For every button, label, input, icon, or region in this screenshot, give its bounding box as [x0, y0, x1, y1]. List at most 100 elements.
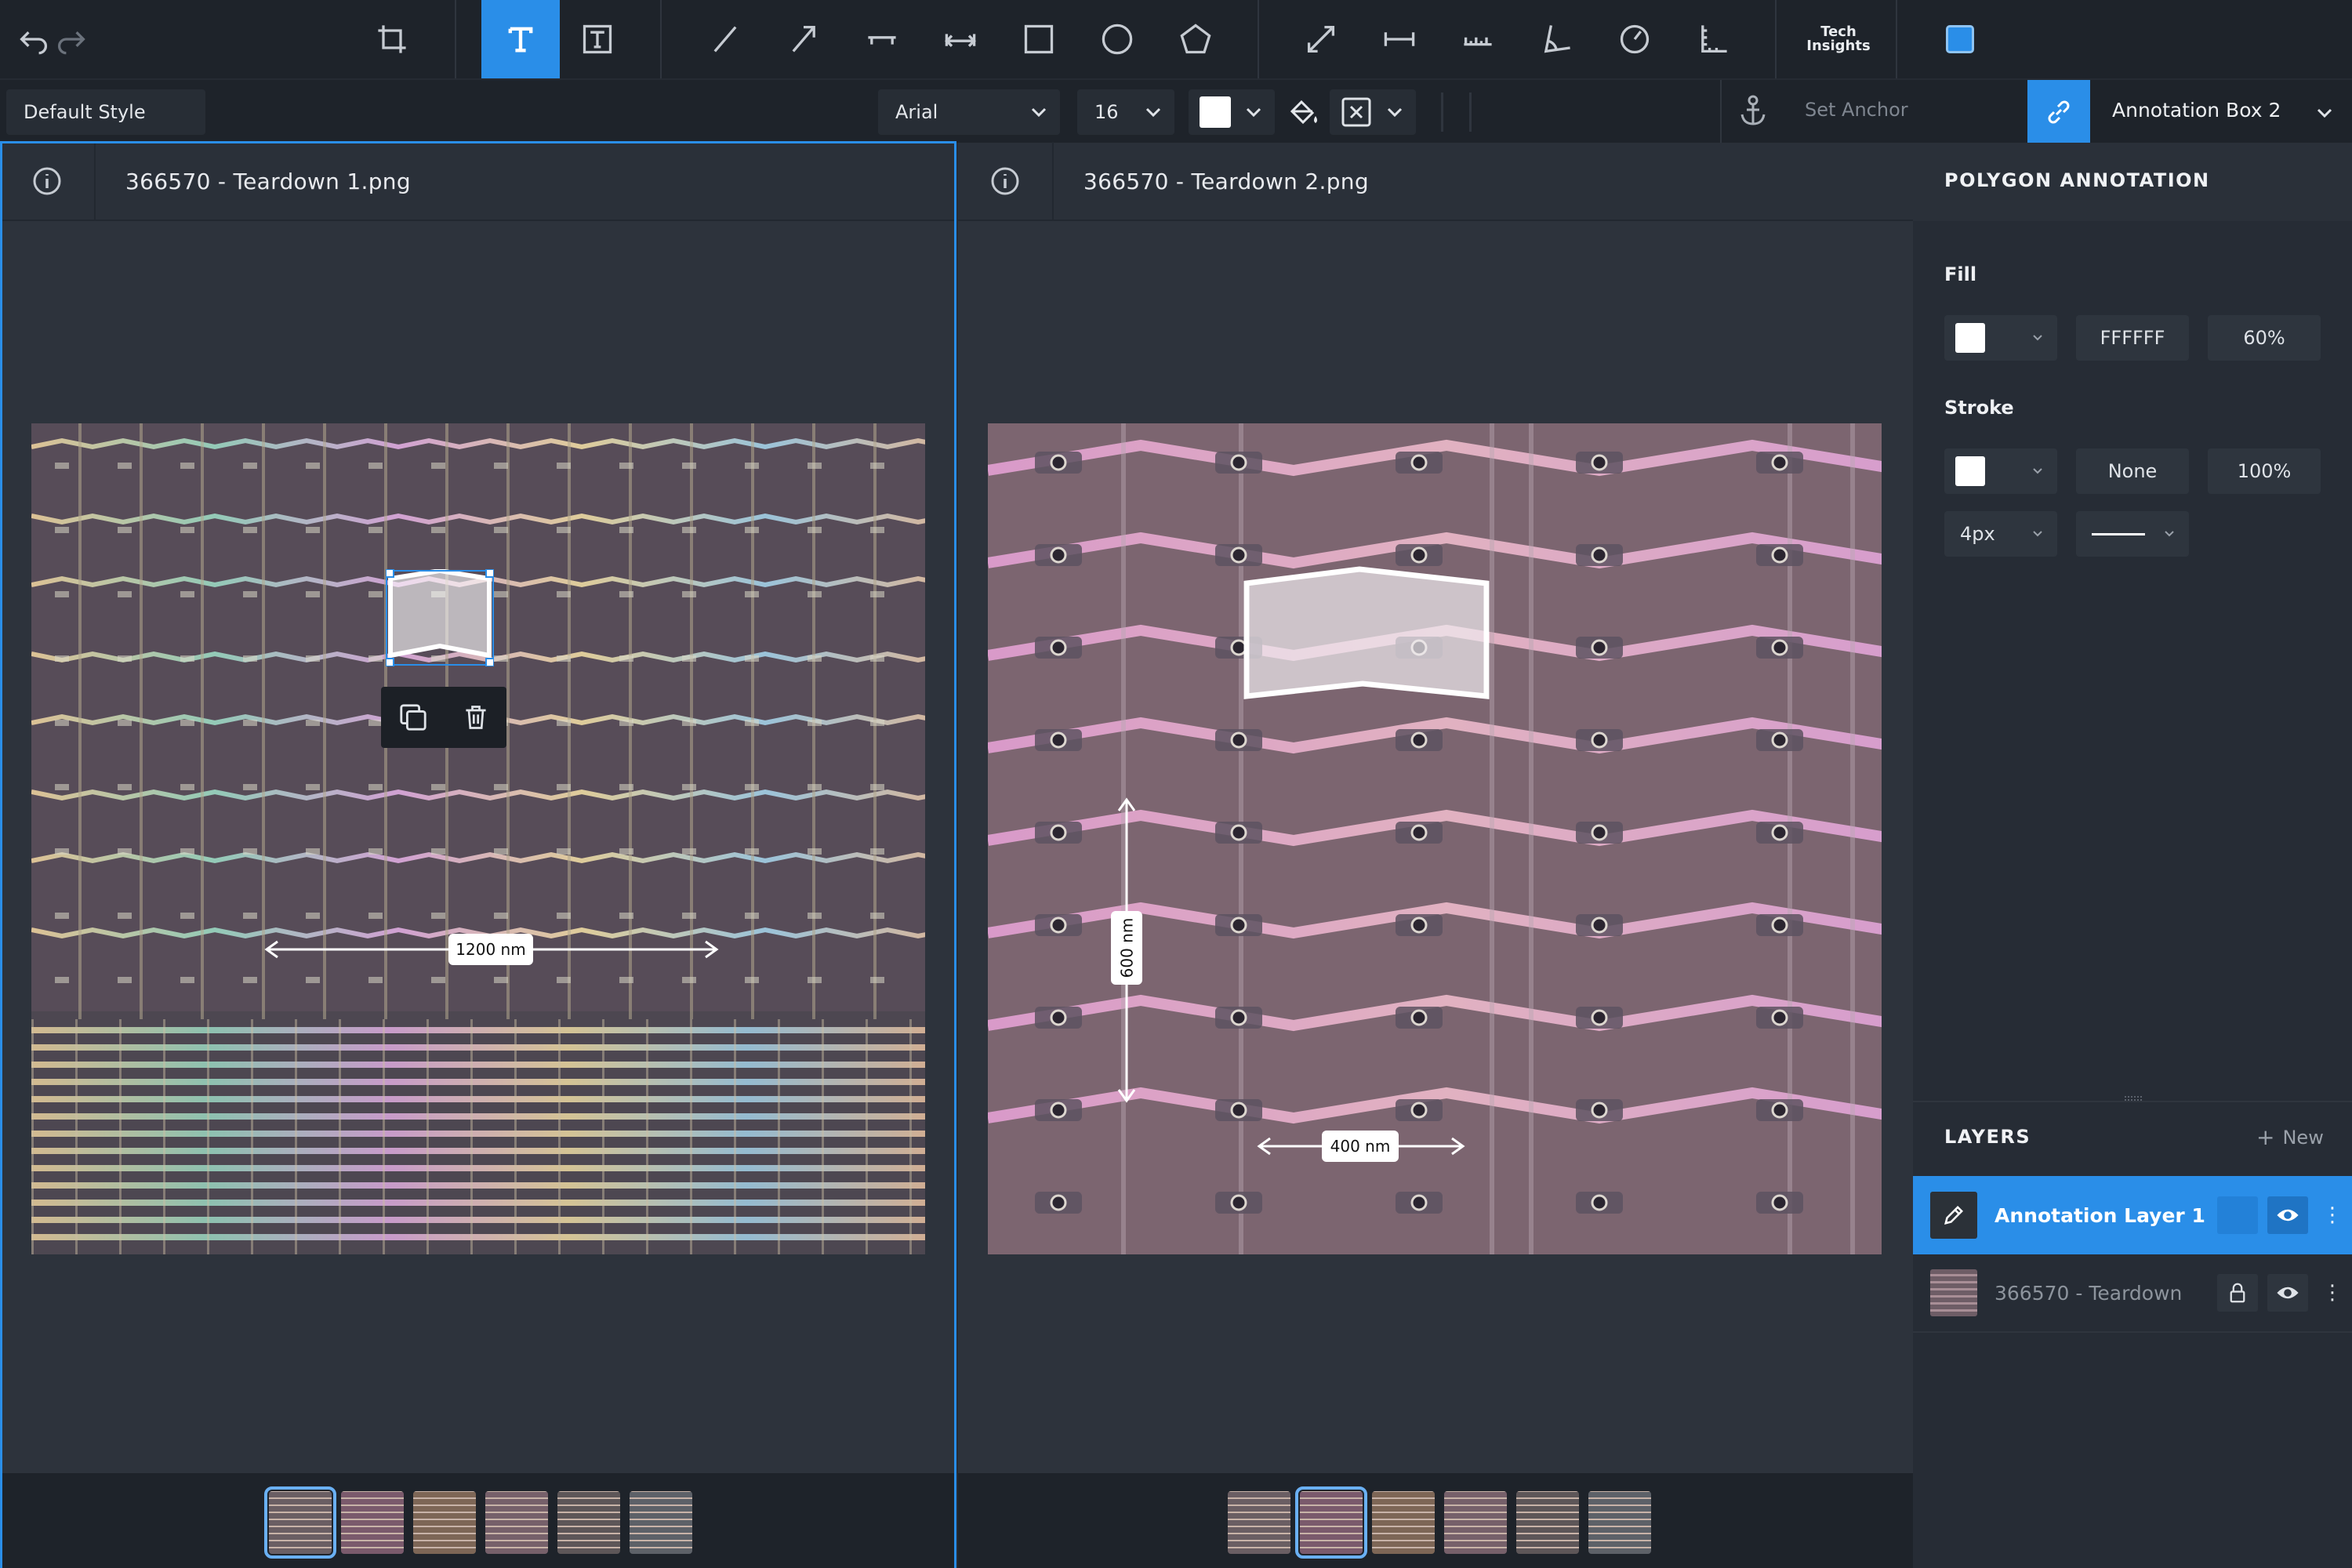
anchor-input[interactable]: Set Anchor — [1805, 99, 1908, 121]
dimension-line-icon[interactable] — [858, 0, 906, 78]
font-select[interactable]: Arial — [878, 89, 1060, 135]
thumbnail[interactable] — [1295, 1486, 1367, 1559]
text-box-icon[interactable] — [574, 0, 621, 78]
fill-color-select[interactable] — [1944, 315, 2057, 361]
style-preset-select[interactable]: Default Style — [6, 89, 205, 135]
caret-down-icon — [2165, 531, 2174, 537]
thumbnail[interactable] — [630, 1491, 692, 1554]
measurement-label-600[interactable]: 600 nm — [1111, 911, 1142, 985]
measurement-label-1200[interactable]: 1200 nm — [448, 934, 533, 965]
ruler-icon[interactable] — [1454, 0, 1501, 78]
left-filmstrip — [2, 1473, 954, 1568]
layer-name: Annotation Layer 1 — [1994, 1203, 2205, 1227]
top-toolbar: Tech Insights — [0, 0, 2352, 78]
fill-bucket-icon[interactable] — [1286, 97, 1322, 129]
angle-icon[interactable] — [1533, 0, 1580, 78]
lock-icon[interactable] — [2217, 1274, 2258, 1312]
layer-row-image[interactable]: 366570 - Teardown ⋮ — [1913, 1254, 2352, 1333]
stroke-swatch — [1955, 456, 1985, 486]
fill-opacity-input[interactable]: 60% — [2208, 315, 2321, 361]
stroke-opacity-input[interactable]: 100% — [2208, 448, 2321, 494]
line-icon[interactable] — [702, 0, 749, 78]
axis-icon[interactable] — [1690, 0, 1737, 78]
eye-icon[interactable] — [2267, 1274, 2308, 1312]
new-layer-button[interactable]: + New — [2256, 1124, 2324, 1150]
stroke-width-value: 4px — [1960, 523, 1995, 545]
thumbnail[interactable] — [1444, 1491, 1507, 1554]
duplicate-icon[interactable] — [398, 702, 428, 732]
divider — [1441, 93, 1443, 132]
thumbnail[interactable] — [413, 1491, 476, 1554]
text-color-swatch — [1200, 96, 1231, 128]
thumbnail[interactable] — [264, 1486, 336, 1559]
polygon-annotation[interactable] — [1240, 566, 1493, 702]
logo-line2: Insights — [1806, 38, 1871, 54]
stroke-style-select[interactable] — [2076, 511, 2189, 557]
thumbnail[interactable] — [341, 1491, 404, 1554]
thumbnail[interactable] — [1588, 1491, 1651, 1554]
polygon-icon[interactable] — [1172, 0, 1219, 78]
measurement-label-600-text: 600 nm — [1117, 917, 1137, 978]
no-border-icon — [1341, 97, 1371, 127]
chevron-down-icon[interactable] — [2316, 107, 2333, 119]
divider — [1913, 1101, 2352, 1102]
ellipse-icon[interactable] — [1094, 0, 1141, 78]
chevron-down-icon — [1145, 107, 1161, 118]
text-color-select[interactable] — [1189, 89, 1275, 135]
chevron-down-icon — [1031, 107, 1047, 118]
thumbnail[interactable] — [1516, 1491, 1579, 1554]
double-arrow-icon[interactable] — [1298, 0, 1345, 78]
right-filmstrip — [958, 1473, 1913, 1568]
border-select[interactable] — [1330, 89, 1416, 135]
thumbnail[interactable] — [1372, 1491, 1435, 1554]
layer-thumbnail — [1930, 1269, 1977, 1316]
undo-icon[interactable] — [14, 0, 53, 78]
selected-polygon-annotation[interactable] — [386, 569, 494, 666]
rectangle-icon[interactable] — [1015, 0, 1062, 78]
font-size-select[interactable]: 16 — [1077, 89, 1174, 135]
thumbnail[interactable] — [557, 1491, 620, 1554]
style-preset-label: Default Style — [24, 101, 146, 123]
annotation-context-menu — [381, 687, 506, 748]
panel-title: POLYGON ANNOTATION — [1944, 169, 2210, 191]
annotation-name-select[interactable]: Annotation Box 2 — [2112, 99, 2281, 122]
chevron-down-icon — [1387, 107, 1403, 118]
trash-icon[interactable] — [462, 703, 490, 731]
thumbnail[interactable] — [1228, 1491, 1290, 1554]
thumbnail[interactable] — [485, 1491, 548, 1554]
arrow-icon[interactable] — [780, 0, 827, 78]
fill-hex-input[interactable]: FFFFFF — [2076, 315, 2189, 361]
divider — [1469, 93, 1472, 132]
layer-row-annotation[interactable]: Annotation Layer 1 ⋮ — [1913, 1176, 2352, 1254]
redo-icon[interactable] — [52, 0, 91, 78]
color-icon[interactable] — [1936, 0, 1984, 78]
stroke-width-select[interactable]: 4px — [1944, 511, 2057, 557]
text-icon[interactable] — [481, 0, 560, 78]
chevron-down-icon — [1246, 107, 1261, 118]
more-icon[interactable]: ⋮ — [2322, 1281, 2343, 1305]
bracket-dimension-icon[interactable] — [937, 0, 984, 78]
pencil-icon — [1930, 1192, 1977, 1239]
measure-icon[interactable] — [1376, 0, 1423, 78]
caret-down-icon — [2033, 335, 2042, 341]
stroke-hex-input[interactable]: None — [2076, 448, 2189, 494]
plus-icon: + — [2256, 1124, 2275, 1150]
gauge-icon[interactable] — [1611, 0, 1658, 78]
caret-down-icon — [2033, 468, 2042, 474]
info-icon[interactable] — [0, 142, 96, 220]
info-icon[interactable] — [958, 142, 1054, 220]
stroke-label: Stroke — [1944, 397, 2014, 419]
crop-icon[interactable] — [368, 0, 416, 78]
left-pane-header: 366570 - Teardown 1.png — [0, 142, 956, 221]
layer-color-swatch[interactable] — [2217, 1196, 2258, 1234]
eye-icon[interactable] — [2267, 1196, 2308, 1234]
measurement-label-400[interactable]: 400 nm — [1322, 1131, 1399, 1162]
right-pane-header: 366570 - Teardown 2.png — [958, 142, 1913, 221]
new-layer-label: New — [2282, 1126, 2324, 1149]
anchor-icon[interactable] — [1737, 94, 1769, 129]
style-bar: Default Style Arial 16 Set Anchor Annota… — [0, 78, 2352, 144]
left-teardown-image[interactable] — [31, 423, 925, 1254]
stroke-color-select[interactable] — [1944, 448, 2057, 494]
more-icon[interactable]: ⋮ — [2322, 1203, 2343, 1227]
link-icon[interactable] — [2027, 80, 2090, 144]
